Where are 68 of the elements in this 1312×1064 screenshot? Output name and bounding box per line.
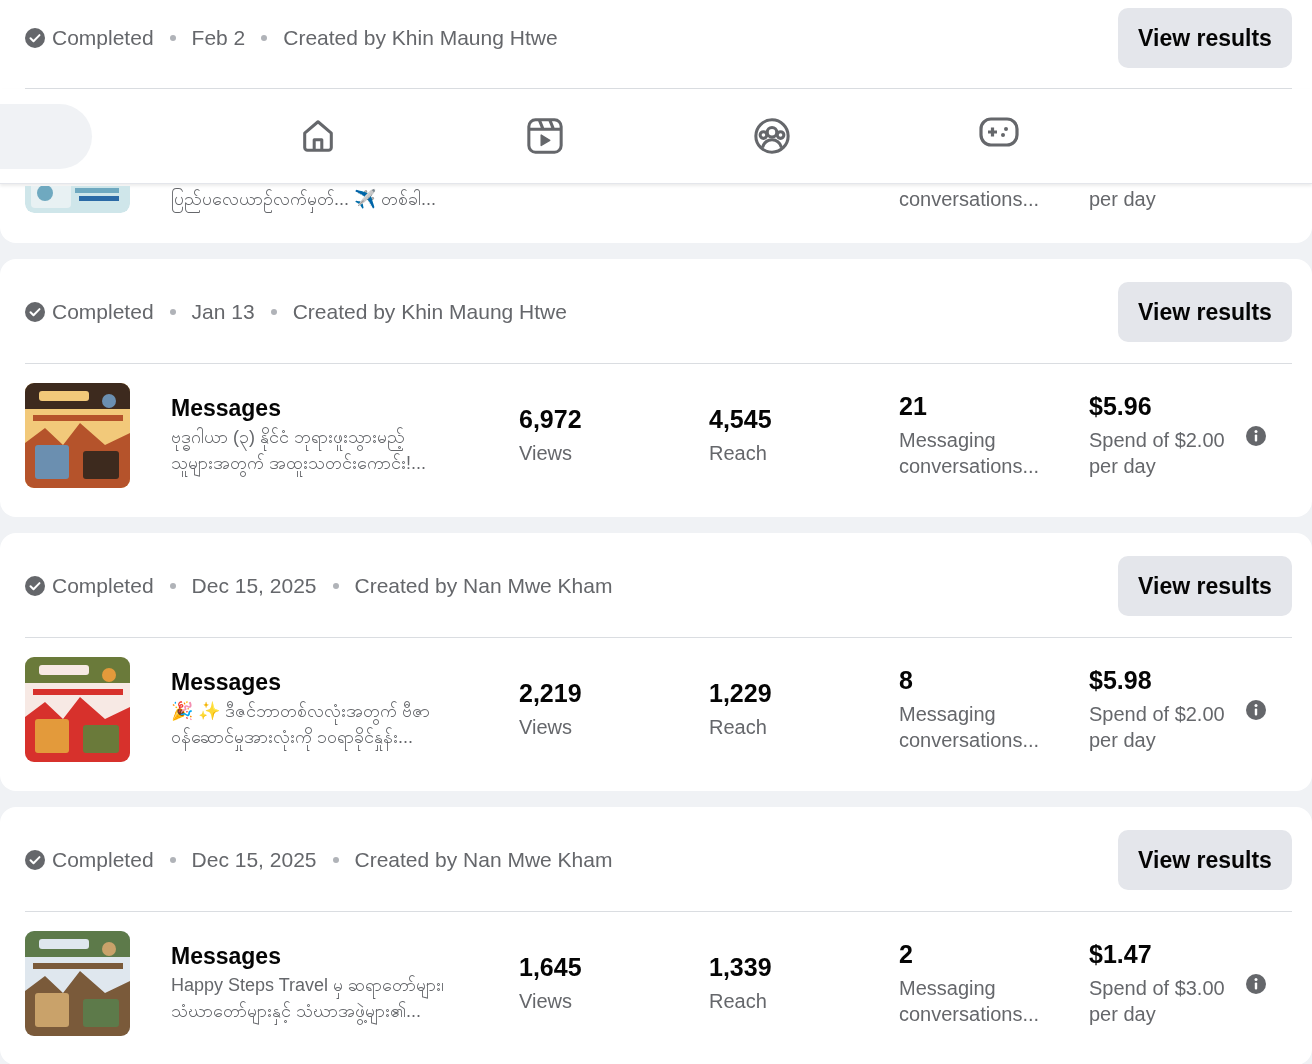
status-text: Completed (52, 574, 154, 598)
creator-text: Created by Khin Maung Htwe (292, 300, 567, 324)
amount-spent: $5.96 (1089, 392, 1153, 421)
date-text: Dec 15, 2025 (191, 574, 317, 598)
results-count: 21 (899, 392, 928, 421)
reach-label: Reach (709, 441, 768, 466)
views-count: 6,972 (519, 405, 583, 434)
people-icon[interactable] (752, 117, 791, 155)
status-text: Completed (52, 848, 154, 872)
ad-description: သူများအတွက် အထူးသတင်းကောင်း!... (171, 450, 519, 476)
view-results-button[interactable]: View results (1118, 556, 1292, 616)
ad-type: Messages (171, 669, 282, 696)
creator-text: Created by Nan Mwe Kham (354, 848, 613, 872)
status-text: Completed (52, 300, 154, 324)
reach-count: 4,545 (709, 405, 773, 434)
ad-description: ဗုဒ္ဓဂါယာ (၃) နိုင်ငံ ဘုရားဖူးသွားမည့် (171, 424, 519, 450)
ad-type: Messages (171, 943, 282, 970)
date-text: Jan 13 (191, 300, 255, 324)
results-label: Messaging (899, 976, 997, 1001)
results-label: Messaging (899, 702, 997, 727)
reach-count: 1,229 (709, 679, 773, 708)
results-count: 8 (899, 666, 914, 695)
ad-description: သံဃာတော်များနှင့် သံဃာအဖွဲ့များ၏... (171, 998, 519, 1024)
date-text: Feb 2 (191, 26, 246, 50)
gamepad-icon[interactable] (978, 117, 1019, 147)
ad-description: ပြည်ပလေယာဉ်လက်မှတ်... ✈ တစ်ခါ... (171, 186, 519, 212)
info-icon[interactable] (1246, 699, 1266, 720)
view-results-button[interactable]: View results (1118, 282, 1292, 342)
check-circle-icon (25, 302, 45, 322)
reach-label: Reach (709, 989, 768, 1014)
results-label: conversations... (899, 728, 1041, 753)
ad-type: Messages (171, 395, 282, 422)
results-label: conversations... (899, 454, 1041, 479)
budget-label: per day (1089, 1002, 1157, 1027)
budget-label: Spend of $2.00 (1089, 702, 1226, 727)
views-count: 1,645 (519, 953, 583, 982)
views-label: Views (519, 715, 573, 740)
results-label: conversations... (899, 187, 1041, 212)
info-icon[interactable] (1246, 973, 1266, 994)
video-icon[interactable] (525, 117, 564, 155)
status-text: Completed (52, 26, 154, 50)
creator-text: Created by Khin Maung Htwe (283, 26, 558, 50)
creator-text: Created by Nan Mwe Kham (354, 574, 613, 598)
info-icon[interactable] (1246, 425, 1266, 446)
budget-label: Spend of $3.00 (1089, 976, 1226, 1001)
ad-description: ဝန်ဆောင်မှုအားလုံးကို ၁၀ရာခိုင်နှုန်း... (171, 724, 519, 750)
results-label: Messaging (899, 428, 997, 453)
budget-label: Spend of $2.00 (1089, 428, 1226, 453)
results-count: 2 (899, 940, 914, 969)
check-circle-icon (25, 850, 45, 870)
reach-count: 1,339 (709, 953, 773, 982)
check-circle-icon (25, 28, 45, 48)
reach-label: Reach (709, 715, 768, 740)
check-circle-icon (25, 576, 45, 596)
views-label: Views (519, 441, 573, 466)
budget-label: per day (1089, 454, 1157, 479)
amount-spent: $1.47 (1089, 940, 1153, 969)
ad-description: Happy Steps Travel မှ ဆရာတော်များ၊ (171, 972, 519, 998)
view-results-button[interactable]: View results (1118, 8, 1292, 68)
views-label: Views (519, 989, 573, 1014)
budget-label: per day (1089, 728, 1157, 753)
view-results-button[interactable]: View results (1118, 830, 1292, 890)
ad-description: 🎉 ✨ ဒီဇင်ဘာတစ်လလုံးအတွက် ဗီဇာ (171, 698, 519, 724)
results-label: conversations... (899, 1002, 1041, 1027)
date-text: Dec 15, 2025 (191, 848, 317, 872)
amount-spent: $5.98 (1089, 666, 1153, 695)
views-count: 2,219 (519, 679, 583, 708)
budget-label: per day (1089, 187, 1157, 212)
